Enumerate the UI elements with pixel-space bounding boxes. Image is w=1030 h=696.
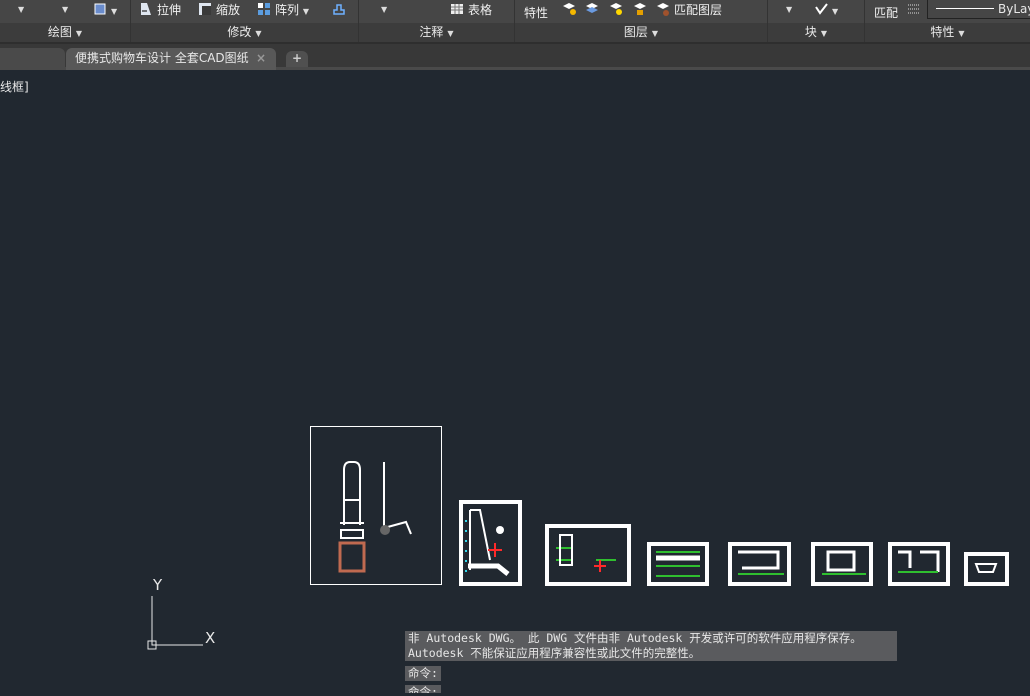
ucs-icon — [147, 596, 203, 650]
command-window[interactable]: 非 Autodesk DWG。 此 DWG 文件由非 Autodesk 开发或许… — [405, 631, 897, 696]
ucs-x-label: X — [205, 629, 215, 647]
ucs-y-label: Y — [152, 576, 163, 594]
drawing-content: Y X — [147, 426, 1009, 650]
sheet-5[interactable] — [728, 542, 791, 586]
command-history: 非 Autodesk DWG。 此 DWG 文件由非 Autodesk 开发或许… — [405, 631, 897, 661]
sheet-1-assembly[interactable] — [310, 426, 442, 585]
sheet-4[interactable] — [647, 542, 709, 586]
sheet-8[interactable] — [964, 552, 1009, 586]
sheet-6[interactable] — [811, 542, 873, 586]
history-line: Autodesk 不能保证应用程序兼容性或此文件的完整性。 — [408, 646, 701, 660]
command-input[interactable]: 命令: — [405, 685, 441, 693]
command-prompt-line: 命令: — [405, 666, 441, 681]
history-line: 非 Autodesk DWG。 此 DWG 文件由非 Autodesk 开发或许… — [408, 631, 862, 645]
